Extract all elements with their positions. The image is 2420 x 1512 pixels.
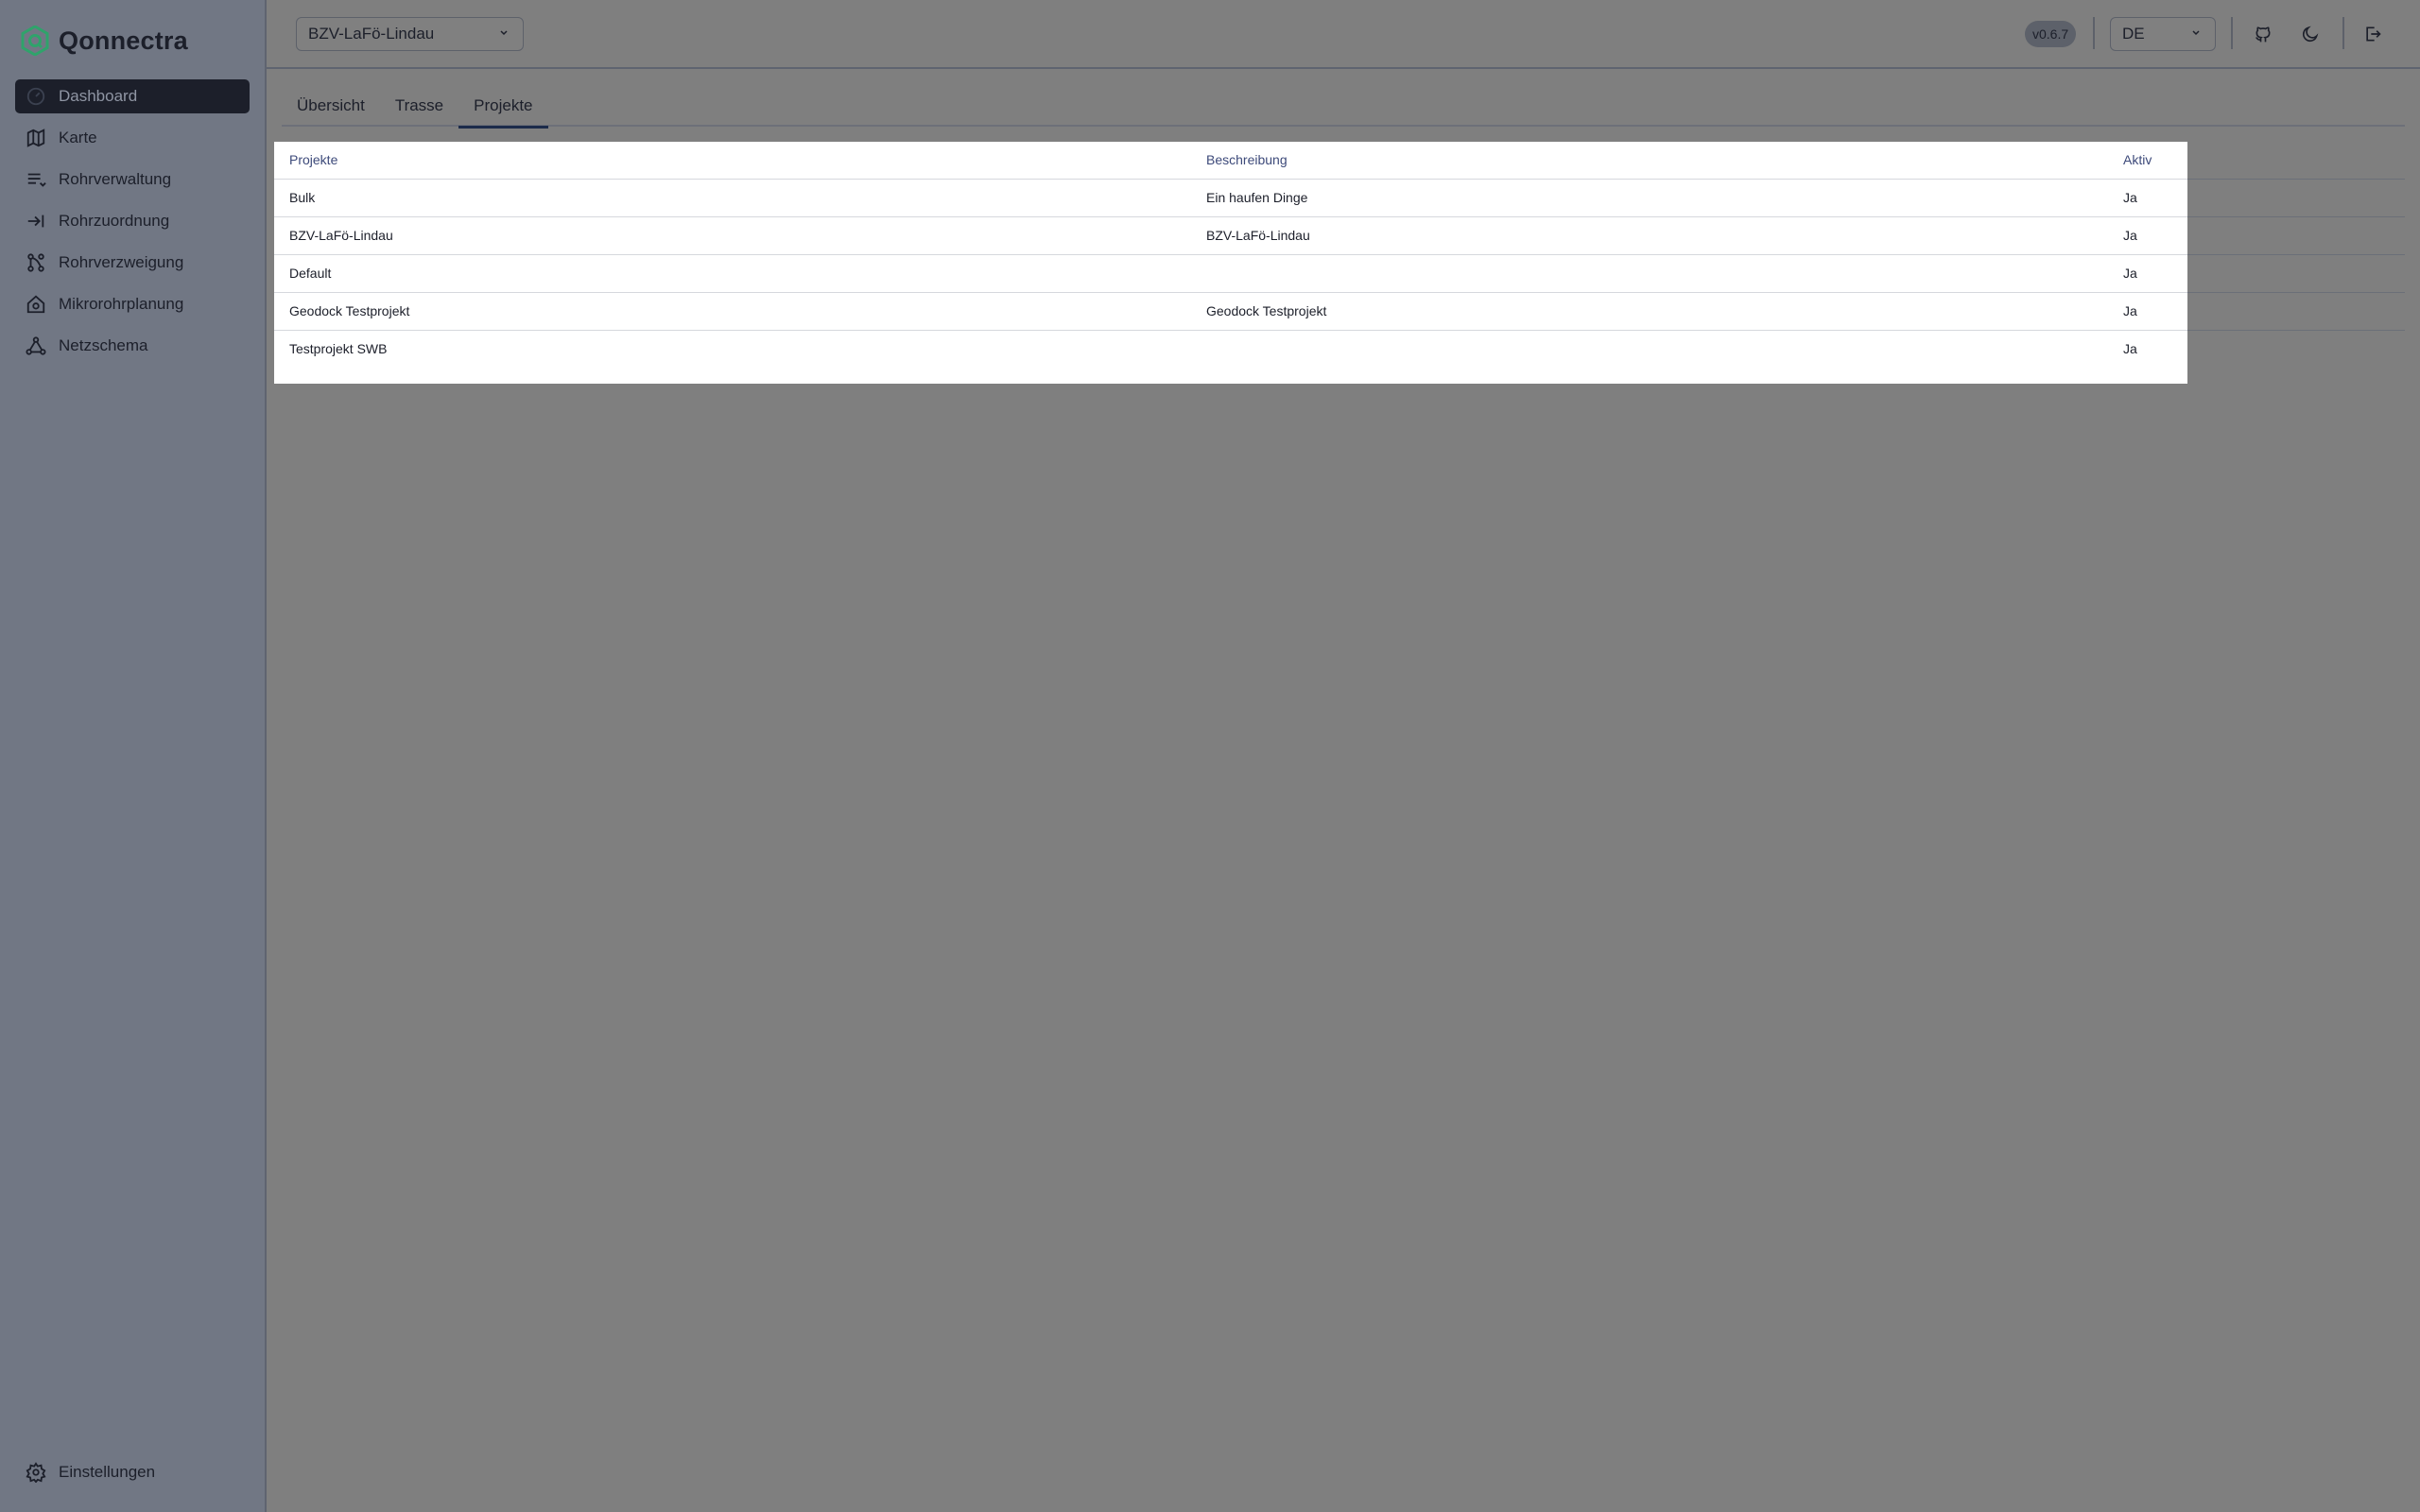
table-row-extension [2187,142,2405,384]
sidebar-item-label: Netzschema [59,336,148,354]
github-icon [2256,26,2271,43]
projects-table-container: Projekte Beschreibung Aktiv Bulk Ein hau… [274,142,2187,384]
projects-table: Projekte Beschreibung Aktiv Bulk Ein hau… [274,142,2187,368]
sidebar-item-rohrverwaltung[interactable]: Rohrverwaltung [15,163,250,197]
sidebar: Qonnectra Dashboard Karte Rohrverwaltung… [0,0,267,1512]
cell-projekt: BZV-LaFö-Lindau [274,216,1191,255]
settings-label: Einstellungen [59,1463,156,1481]
tab-projekte[interactable]: Projekte [458,85,548,129]
table-row[interactable]: Geodock Testprojekt Geodock Testprojekt … [274,292,2187,331]
dashboard-icon [25,85,47,108]
language-select-value: DE [2122,25,2145,43]
chevron-down-icon [2192,30,2200,36]
qonnectra-logo-icon [21,26,49,56]
list-icon [25,168,47,191]
home-icon [25,293,47,316]
sidebar-item-label: Mikrorohrplanung [59,295,184,313]
header-divider [2231,17,2233,49]
tab-bar: Übersicht Trasse Projekte [282,85,2405,129]
sidebar-nav: Dashboard Karte Rohrverwaltung Rohrzuord… [15,79,250,370]
sidebar-item-label: Rohrverwaltung [59,170,172,188]
table-row[interactable]: Testprojekt SWB Ja [274,330,2187,368]
sidebar-item-netzschema[interactable]: Netzschema [15,329,250,363]
network-icon [25,335,47,357]
table-row[interactable]: BZV-LaFö-Lindau BZV-LaFö-Lindau Ja [274,216,2187,255]
project-select[interactable]: BZV-LaFö-Lindau [296,17,524,51]
column-header-aktiv[interactable]: Aktiv [2108,142,2187,180]
column-header-beschreibung[interactable]: Beschreibung [1191,142,2108,180]
gear-icon [25,1461,47,1484]
row-divider [2187,216,2405,217]
sidebar-item-mikrorohrplanung[interactable]: Mikrorohrplanung [15,287,250,321]
arrow-right-bar-icon [25,210,47,232]
map-icon [25,127,47,149]
sidebar-item-label: Karte [59,129,97,146]
sidebar-item-rohrzuordnung[interactable]: Rohrzuordnung [15,204,250,238]
cell-beschreibung: Ein haufen Dinge [1191,179,2108,217]
theme-toggle-button[interactable] [2295,19,2325,49]
column-header-projekte[interactable]: Projekte [274,142,1191,180]
sidebar-item-settings[interactable]: Einstellungen [25,1461,155,1484]
cell-aktiv: Ja [2123,341,2137,357]
version-badge: v0.6.7 [2025,21,2077,47]
row-divider [2187,179,2405,180]
header-divider [2342,17,2344,49]
cell-aktiv: Ja [2108,179,2187,217]
logout-button[interactable] [2358,19,2388,49]
chevron-down-icon [500,30,508,36]
sidebar-item-label: Rohrverzweigung [59,253,184,271]
table-header-row: Projekte Beschreibung Aktiv [274,142,2187,180]
tab-uebersicht[interactable]: Übersicht [282,85,380,127]
sidebar-item-dashboard[interactable]: Dashboard [15,79,250,113]
cell-beschreibung: BZV-LaFö-Lindau [1191,216,2108,255]
branch-icon [25,251,47,274]
logout-icon [2366,26,2381,42]
cell-beschreibung: Geodock Testprojekt [1191,292,2108,331]
cell-projekt: Testprojekt SWB [289,341,388,357]
cell-projekt: Default [274,254,1191,293]
cell-aktiv: Ja [2108,254,2187,293]
cell-aktiv: Ja [2108,216,2187,255]
row-divider [2187,292,2405,293]
cell-beschreibung [1191,254,2108,293]
top-header: BZV-LaFö-Lindau v0.6.7 DE [267,0,2420,69]
sidebar-item-label: Rohrzuordnung [59,212,170,230]
cell-projekt: Geodock Testprojekt [274,292,1191,331]
brand[interactable]: Qonnectra [21,23,188,59]
header-divider [2093,17,2095,49]
cell-beschreibung [1191,330,2108,368]
cell-aktiv: Ja [2108,292,2187,331]
sidebar-item-label: Dashboard [59,87,138,105]
cell-projekt: Bulk [274,179,1191,217]
github-button[interactable] [2248,19,2278,49]
language-select[interactable]: DE [2110,17,2216,51]
tab-trasse[interactable]: Trasse [380,85,458,127]
row-divider [2187,254,2405,255]
row-divider [2187,330,2405,331]
table-row[interactable]: Default Ja [274,254,2187,293]
moon-icon [2302,26,2319,43]
project-select-value: BZV-LaFö-Lindau [308,25,435,43]
app-name: Qonnectra [59,26,188,55]
table-row[interactable]: Bulk Ein haufen Dinge Ja [274,179,2187,217]
sidebar-item-rohrverzweigung[interactable]: Rohrverzweigung [15,246,250,280]
sidebar-item-karte[interactable]: Karte [15,121,250,155]
